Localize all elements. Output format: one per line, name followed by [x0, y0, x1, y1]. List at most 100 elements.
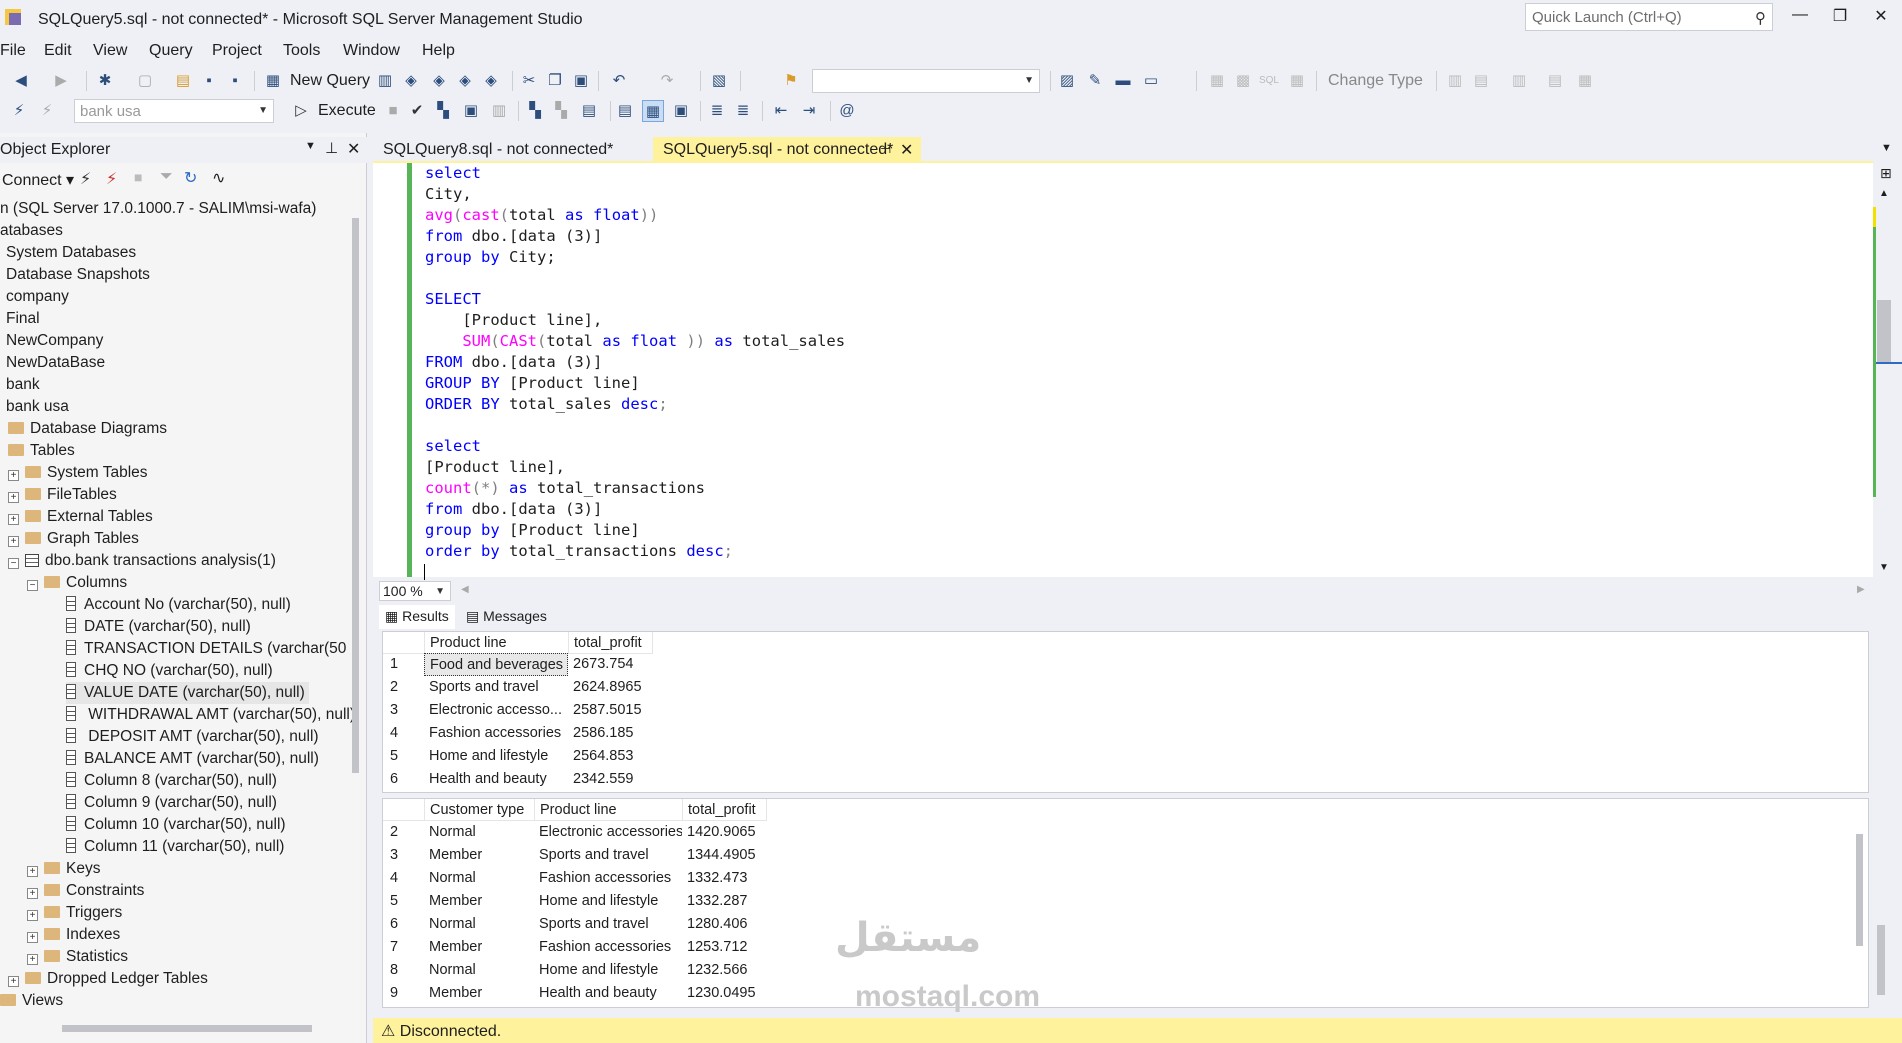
connect-dropdown[interactable]: Connect ▾ [2, 170, 74, 190]
redo-icon[interactable]: ↷ [656, 70, 678, 92]
results-to-text-icon[interactable]: ▤ [614, 100, 636, 122]
tree-column-item[interactable]: Column 9 (varchar(50), null) [66, 792, 277, 814]
table-cell[interactable]: Home and lifestyle [424, 745, 568, 768]
open-file-icon[interactable]: ▤ [172, 70, 194, 92]
table-cell[interactable]: Sports and travel [424, 676, 568, 699]
undo-icon[interactable]: ↶ [608, 70, 630, 92]
panel-menu-icon[interactable]: ▼ [305, 140, 316, 152]
tab-messages[interactable]: ▤ Messages [460, 605, 553, 629]
sql-pane-icon[interactable]: SQL [1258, 70, 1280, 92]
activity-icon[interactable]: ∿ [212, 168, 225, 188]
group-by-icon[interactable]: ▤ [1470, 70, 1492, 92]
save-all-icon[interactable]: ▪ [224, 70, 246, 92]
object-explorer-hscrollbar[interactable] [62, 1025, 312, 1032]
tree-column-item[interactable]: TRANSACTION DETAILS (varchar(50), nu [66, 638, 346, 660]
zoom-select[interactable]: 100 % ▼ [379, 581, 451, 601]
save-icon[interactable]: ▪ [198, 70, 220, 92]
table-cell[interactable]: 1232.566 [682, 959, 766, 982]
table-cell[interactable]: Member [424, 982, 534, 1005]
table-cell[interactable]: Normal [424, 913, 534, 936]
decrease-indent-icon[interactable]: ⇤ [770, 100, 792, 122]
cut-icon[interactable]: ✂ [518, 70, 540, 92]
table-cell[interactable]: 1344.4905 [682, 844, 766, 867]
table-cell[interactable]: 2342.559 [568, 768, 652, 791]
tree-item-company[interactable]: company [6, 286, 69, 308]
table-cell[interactable]: 1332.287 [682, 890, 766, 913]
table-cell[interactable]: 1280.406 [682, 913, 766, 936]
find-icon[interactable]: ⚑ [780, 70, 802, 92]
tree-column-item[interactable]: Column 8 (varchar(50), null) [66, 770, 277, 792]
add-item-icon[interactable]: ▢ [134, 70, 156, 92]
table-cell[interactable]: Fashion accessories [534, 936, 682, 959]
dax-query-icon[interactable]: ◈ [480, 70, 502, 92]
refresh-icon[interactable]: ↻ [184, 168, 197, 188]
table-cell[interactable]: 2624.8965 [568, 676, 652, 699]
menu-query[interactable]: Query [149, 42, 193, 60]
close-icon[interactable]: ✕ [347, 139, 360, 159]
table-cell-selected[interactable]: Food and beverages [424, 653, 568, 676]
solution-explorer-icon[interactable]: ▨ [1056, 70, 1078, 92]
properties-icon[interactable]: ✎ [1084, 70, 1106, 92]
close-tab-icon[interactable]: ✕ [900, 140, 913, 160]
execute-button[interactable]: Execute [318, 102, 376, 120]
menu-project[interactable]: Project [212, 42, 262, 60]
table-cell[interactable]: Electronic accesso... [424, 699, 568, 722]
collapse-icon[interactable]: − [27, 580, 38, 591]
results-to-file-icon[interactable]: ▣ [670, 100, 692, 122]
column-header[interactable]: Customer type [425, 799, 535, 821]
menu-file[interactable]: File [0, 42, 26, 60]
diagram-icon[interactable]: ▩ [1232, 70, 1254, 92]
tree-item-system-tables[interactable]: + System Tables [8, 462, 148, 484]
mdx-query-icon[interactable]: ◈ [400, 70, 422, 92]
menu-window[interactable]: Window [343, 42, 400, 60]
query-options-icon[interactable]: ▣ [460, 100, 482, 122]
object-explorer-vscrollbar[interactable] [352, 218, 359, 773]
table-cell[interactable]: 2673.754 [568, 653, 652, 676]
find-combo[interactable]: ▼ [812, 69, 1040, 93]
table-cell[interactable]: Normal [424, 821, 534, 844]
scroll-down-icon[interactable]: ▼ [1879, 562, 1889, 573]
expand-icon[interactable]: + [27, 888, 38, 899]
column-header[interactable]: total_profit [569, 632, 653, 654]
intellisense-icon[interactable]: ▥ [488, 100, 510, 122]
table-cell[interactable]: Home and lifestyle [534, 890, 682, 913]
tree-item-bank[interactable]: bank [6, 374, 40, 396]
table-cell[interactable]: Fashion accessories [424, 722, 568, 745]
table-cell[interactable]: Member [424, 844, 534, 867]
tree-databases-node[interactable]: atabases [0, 220, 63, 242]
editor-vscroll-thumb[interactable] [1877, 300, 1891, 362]
restore-button[interactable]: ❐ [1825, 6, 1855, 30]
parse-icon[interactable]: ✔ [406, 100, 428, 122]
tree-item-newdatabase[interactable]: NewDataBase [6, 352, 105, 374]
pin-icon[interactable]: ⊥ [325, 139, 338, 157]
disconnect-icon[interactable]: ⚡ [36, 100, 58, 122]
tab-sqlquery8[interactable]: SQLQuery8.sql - not connected* [373, 137, 623, 163]
table-cell[interactable]: Member [424, 890, 534, 913]
tree-item-database-diagrams[interactable]: Database Diagrams [8, 418, 167, 440]
dmx-query-icon[interactable]: ◈ [428, 70, 450, 92]
command-window-icon[interactable]: ▭ [1140, 70, 1162, 92]
collapse-icon[interactable]: − [8, 558, 19, 569]
tree-item-dropped-ledger-tables[interactable]: + Dropped Ledger Tables [8, 968, 208, 990]
tree-item-columns[interactable]: − Columns [27, 572, 127, 594]
table-cell[interactable]: Home and lifestyle [534, 959, 682, 982]
estimated-plan-icon[interactable]: ▚ [432, 100, 454, 122]
column-header[interactable]: Product line [425, 632, 569, 654]
pin-icon[interactable]: ⊣ [880, 141, 891, 157]
results-pane-vscrollbar[interactable] [1877, 925, 1885, 995]
expand-icon[interactable]: + [27, 932, 38, 943]
forward-icon[interactable]: ▶ [50, 70, 72, 92]
results-grid-2-vscrollbar[interactable] [1856, 834, 1863, 946]
tree-item-external-tables[interactable]: + External Tables [8, 506, 153, 528]
tree-column-item[interactable]: DEPOSIT AMT (varchar(50), null) [66, 726, 319, 748]
stop-icon[interactable]: ■ [134, 169, 142, 185]
table-cell[interactable]: Health and beauty [424, 768, 568, 791]
table-cell[interactable]: 2586.185 [568, 722, 652, 745]
menu-edit[interactable]: Edit [44, 42, 72, 60]
table-cell[interactable]: Fashion accessories [534, 867, 682, 890]
tree-item-indexes[interactable]: + Indexes [27, 924, 120, 946]
table-cell[interactable]: 1420.9065 [682, 821, 766, 844]
activity-monitor-icon[interactable]: ▧ [708, 70, 730, 92]
paste-icon[interactable]: ▣ [570, 70, 592, 92]
tree-item-graph-tables[interactable]: + Graph Tables [8, 528, 139, 550]
